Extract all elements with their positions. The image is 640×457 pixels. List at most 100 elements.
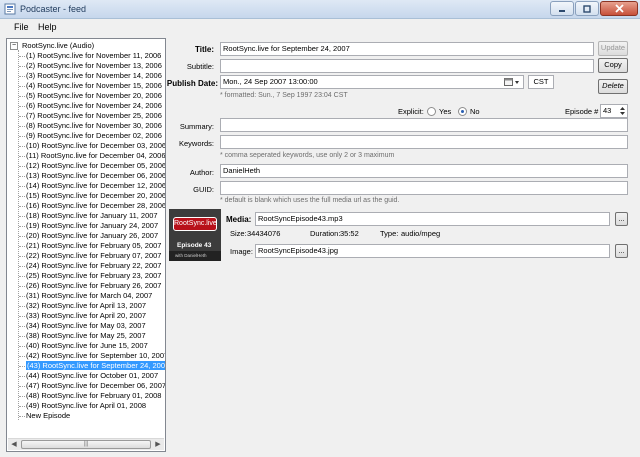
tree-item[interactable]: (8) RootSync.live for November 30, 2006 [19, 121, 162, 131]
image-input[interactable]: RootSyncEpisode43.jpg [255, 244, 610, 258]
duration-label: Duration: [310, 229, 341, 238]
tree-item-label: (2) RootSync.live for November 13, 2006 [26, 61, 162, 70]
scroll-right-arrow[interactable]: ▶ [152, 439, 164, 450]
delete-button[interactable]: Delete [598, 79, 628, 94]
keywords-input[interactable] [220, 135, 628, 149]
tree-item[interactable]: (31) RootSync.live for March 04, 2007 [19, 291, 152, 301]
calendar-dropdown-icon[interactable] [504, 77, 520, 87]
media-input[interactable]: RootSyncEpisode43.mp3 [255, 212, 610, 226]
tree-item[interactable]: (42) RootSync.live for September 10, 200… [19, 351, 166, 361]
tree-item[interactable]: (14) RootSync.live for December 12, 2006 [19, 181, 165, 191]
summary-label: Summary: [179, 122, 214, 131]
tree-connector [19, 335, 25, 337]
title-bar[interactable]: Podcaster - feed [0, 0, 640, 19]
scroll-thumb[interactable]: ||| [21, 440, 151, 449]
media-browse-button[interactable]: ... [615, 212, 628, 226]
image-browse-button[interactable]: ... [615, 244, 628, 258]
summary-input[interactable] [220, 118, 628, 132]
copy-button[interactable]: Copy [598, 58, 628, 73]
image-label: Image: [230, 247, 253, 256]
subtitle-input[interactable] [220, 59, 594, 73]
tree-item[interactable]: (18) RootSync.live for January 11, 2007 [19, 211, 158, 221]
tree-connector [19, 405, 25, 407]
timezone-input[interactable]: CST [528, 75, 554, 89]
tree-item[interactable]: (13) RootSync.live for December 06, 2006 [19, 171, 165, 181]
menu-file[interactable]: File [14, 22, 29, 32]
tree-item[interactable]: (21) RootSync.live for February 05, 2007 [19, 241, 161, 251]
collapse-toggle[interactable]: − [10, 42, 18, 50]
tree-item[interactable]: (7) RootSync.live for November 25, 2006 [19, 111, 162, 121]
author-input[interactable]: DanielHeth [220, 164, 628, 178]
tree-item[interactable]: (15) RootSync.live for December 20, 2006 [19, 191, 165, 201]
tree-item[interactable]: (2) RootSync.live for November 13, 2006 [19, 61, 162, 71]
tree-item[interactable]: (6) RootSync.live for November 24, 2006 [19, 101, 162, 111]
tree-item-new-episode[interactable]: New Episode [19, 411, 70, 421]
tree-connector [19, 345, 25, 347]
tree-item-label: (4) RootSync.live for November 15, 2006 [26, 81, 162, 90]
tree-item[interactable]: (34) RootSync.live for May 03, 2007 [19, 321, 146, 331]
tree-item[interactable]: (10) RootSync.live for December 03, 2006 [19, 141, 165, 151]
tree-connector [19, 385, 25, 387]
episode-tree[interactable]: − RootSync.live (Audio) (1) RootSync.liv… [6, 38, 166, 452]
tree-item[interactable]: (33) RootSync.live for April 20, 2007 [19, 311, 146, 321]
tree-item[interactable]: (3) RootSync.live for November 14, 2006 [19, 71, 162, 81]
tree-item[interactable]: (20) RootSync.live for January 26, 2007 [19, 231, 158, 241]
explicit-label: Explicit: [398, 107, 424, 116]
episode-number-stepper[interactable]: 43 [600, 104, 628, 118]
tree-connector [19, 255, 25, 257]
tree-item-label: (6) RootSync.live for November 24, 2006 [26, 101, 162, 110]
tree-item[interactable]: (32) RootSync.live for April 13, 2007 [19, 301, 146, 311]
tree-connector [19, 215, 25, 217]
explicit-no-radio[interactable] [458, 107, 467, 116]
close-button[interactable] [600, 1, 638, 16]
tree-connector [19, 305, 25, 307]
tree-item[interactable]: (49) RootSync.live for April 01, 2008 [19, 401, 146, 411]
tree-item[interactable]: (22) RootSync.live for February 07, 2007 [19, 251, 161, 261]
tree-item-label: (9) RootSync.live for December 02, 2006 [26, 131, 162, 140]
tree-item-label: (42) RootSync.live for September 10, 200… [26, 351, 166, 360]
tree-item[interactable]: (38) RootSync.live for May 25, 2007 [19, 331, 146, 341]
tree-connector [19, 65, 25, 67]
tree-item[interactable]: (25) RootSync.live for February 23, 2007 [19, 271, 161, 281]
tree-horizontal-scrollbar[interactable]: ◀ ||| ▶ [8, 438, 164, 450]
tree-item[interactable]: (12) RootSync.live for December 05, 2006 [19, 161, 165, 171]
episode-artwork: RootSync.live Episode 43 with DanielHeth [169, 209, 221, 261]
menu-help[interactable]: Help [38, 22, 57, 32]
guid-input[interactable] [220, 181, 628, 195]
episode-number-value: 43 [603, 106, 612, 115]
scroll-left-arrow[interactable]: ◀ [8, 439, 20, 450]
tree-item[interactable]: (5) RootSync.live for November 20, 2006 [19, 91, 162, 101]
stepper-arrows-icon[interactable] [619, 106, 626, 116]
tree-connector [19, 135, 25, 137]
tree-item[interactable]: (47) RootSync.live for December 06, 2007 [19, 381, 166, 391]
tree-root[interactable]: RootSync.live (Audio) [22, 41, 94, 50]
tree-connector [19, 125, 25, 127]
tree-item[interactable]: (4) RootSync.live for November 15, 2006 [19, 81, 162, 91]
tree-item[interactable]: (24) RootSync.live for February 22, 2007 [19, 261, 161, 271]
explicit-no-label[interactable]: No [470, 107, 480, 116]
tree-item[interactable]: (9) RootSync.live for December 02, 2006 [19, 131, 162, 141]
tree-item-label: (18) RootSync.live for January 11, 2007 [26, 211, 158, 220]
explicit-yes-label[interactable]: Yes [439, 107, 451, 116]
minimize-button[interactable] [550, 1, 574, 16]
close-icon [614, 4, 624, 13]
maximize-button[interactable] [575, 1, 599, 16]
tree-item[interactable]: (48) RootSync.live for February 01, 2008 [19, 391, 161, 401]
guid-label: GUID: [193, 185, 214, 194]
tree-item[interactable]: (1) RootSync.live for November 11, 2006 [19, 51, 161, 61]
tree-item-label: (7) RootSync.live for November 25, 2006 [26, 111, 162, 120]
tree-item[interactable]: (43) RootSync.live for September 24, 200… [19, 361, 165, 371]
update-button[interactable]: Update [598, 41, 628, 56]
explicit-yes-radio[interactable] [427, 107, 436, 116]
tree-connector [19, 265, 25, 267]
tree-connector [19, 415, 25, 417]
title-input[interactable]: RootSync.live for September 24, 2007 [220, 42, 594, 56]
tree-item[interactable]: (11) RootSync.live for December 04, 2006 [19, 151, 165, 161]
publish-date-picker[interactable]: Mon., 24 Sep 2007 13:00:00 [220, 75, 524, 89]
tree-item[interactable]: (26) RootSync.live for February 26, 2007 [19, 281, 161, 291]
tree-item[interactable]: (16) RootSync.live for December 28, 2006 [19, 201, 165, 211]
tree-item[interactable]: (44) RootSync.live for October 01, 2007 [19, 371, 158, 381]
tree-item[interactable]: (40) RootSync.live for June 15, 2007 [19, 341, 148, 351]
tree-item[interactable]: (19) RootSync.live for January 24, 2007 [19, 221, 158, 231]
tree-item-label: (47) RootSync.live for December 06, 2007 [26, 381, 166, 390]
